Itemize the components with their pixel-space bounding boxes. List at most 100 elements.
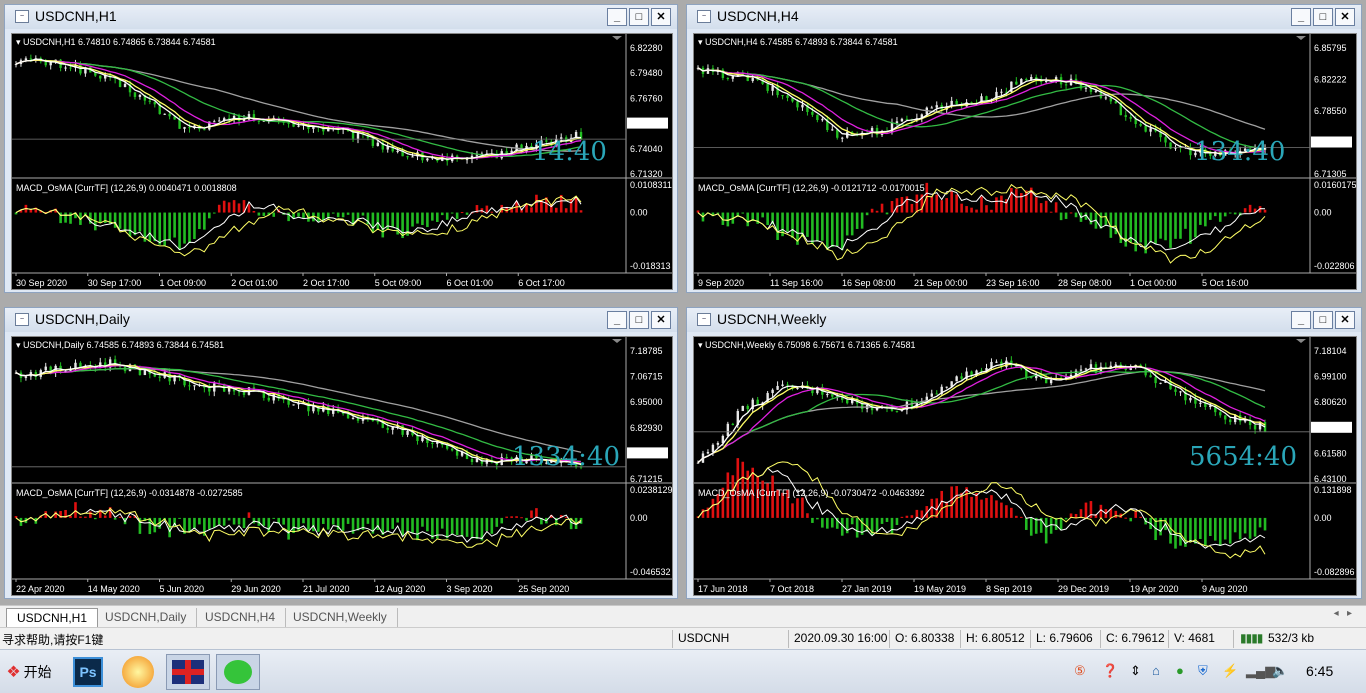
candle-body [64, 67, 67, 69]
price-chart[interactable]: 6.85795 6.82222 6.78550 6.74581 6.71305 ▾ USD… [693, 33, 1357, 290]
minimize-button[interactable]: _ [607, 311, 627, 329]
price-chart[interactable]: 7.18785 7.06715 6.95000 6.82930 6.74581 6.712… [11, 336, 673, 596]
window-titlebar[interactable]: ~ USDCNH,H1 _ □ ✕ [5, 5, 677, 29]
macd-histogram-bar [535, 194, 538, 213]
macd-histogram-bar [267, 517, 271, 533]
shield-icon[interactable]: ⛨ [1198, 663, 1208, 679]
tray-expand-icon[interactable]: ⇕ [1130, 663, 1141, 679]
window-titlebar[interactable]: ~ USDCNH,Weekly _ □ ✕ [687, 308, 1361, 332]
status-volume: V: 4681 [1174, 631, 1215, 645]
volume-icon[interactable]: 🔈 [1272, 663, 1288, 679]
macd-histogram-bar [840, 212, 844, 251]
power-icon[interactable]: ⚡ [1222, 663, 1238, 679]
macd-histogram-bar [118, 516, 122, 518]
chart-window-h4[interactable]: ~ USDCNH,H4 _ □ ✕ 6.85795 6.82222 6.78550 6.74… [686, 4, 1362, 293]
photoshop-taskbar-button[interactable]: Ps [70, 654, 106, 690]
macd-histogram-bar [1179, 212, 1182, 239]
candle-body [267, 397, 270, 401]
macd-histogram-bar [371, 212, 375, 233]
close-button[interactable]: ✕ [1335, 311, 1355, 329]
maximize-button[interactable]: □ [1313, 311, 1333, 329]
candle-body [24, 376, 28, 378]
macd-scale-label: 0.131898 [1314, 485, 1352, 495]
candle-body [696, 462, 700, 464]
tab-daily[interactable]: USDCNH,Daily [95, 608, 198, 627]
macd-histogram-bar [356, 212, 360, 220]
tab-scroll-arrows[interactable]: ◂ ▸ [1334, 608, 1352, 619]
macd-histogram-bar [885, 212, 889, 215]
maximize-button[interactable]: □ [1313, 8, 1333, 26]
macd-histogram-bar [74, 502, 77, 518]
candle-body [431, 443, 434, 445]
macd-histogram-bar [821, 517, 824, 528]
macd-histogram-bar [845, 212, 849, 236]
maximize-button[interactable]: □ [629, 8, 649, 26]
macd-histogram-bar [64, 212, 67, 223]
help-icon[interactable]: ❓ [1102, 663, 1118, 679]
candle-body [1079, 369, 1083, 371]
candle-body [1174, 389, 1177, 392]
window-titlebar[interactable]: ~ USDCNH,H4 _ □ ✕ [687, 5, 1361, 29]
close-button[interactable]: ✕ [1335, 8, 1355, 26]
input-method-icon[interactable]: ⑤ [1074, 663, 1086, 679]
macd-histogram-bar [391, 517, 394, 529]
tab-h4[interactable]: USDCNH,H4 [195, 608, 287, 627]
macd-histogram-bar [94, 517, 97, 520]
macd-histogram-bar [930, 196, 934, 213]
macd-histogram-bar [341, 212, 345, 218]
tab-weekly[interactable]: USDCNH,Weekly [283, 608, 398, 627]
macd-histogram-bar [148, 212, 152, 242]
close-button[interactable]: ✕ [651, 8, 671, 26]
candle-body [1149, 375, 1152, 378]
price-chart[interactable]: 7.18104 6.99100 6.80620 6.74581 6.61580 6.431… [693, 336, 1357, 596]
macd-histogram-bar [761, 480, 764, 518]
start-button[interactable]: ❖ 开始 [2, 654, 56, 690]
macd-histogram-bar [985, 205, 988, 213]
current-price-label: 6.74581 [629, 119, 662, 129]
browser-icon [122, 656, 154, 688]
browser-taskbar-button[interactable] [118, 654, 158, 690]
time-tick-label: 5 Oct 16:00 [1202, 278, 1249, 288]
maximize-button[interactable]: □ [629, 311, 649, 329]
ma-green-line [697, 67, 1266, 150]
signal-icon[interactable]: ▂▄▆ [1246, 663, 1275, 679]
network-icon[interactable]: ⌂ [1152, 663, 1160, 678]
wechat-taskbar-button[interactable] [216, 654, 260, 690]
macd-histogram-bar [776, 212, 779, 240]
macd-histogram-bar [307, 517, 310, 530]
tab-h1[interactable]: USDCNH,H1 [6, 608, 99, 627]
candle-body [242, 392, 246, 395]
minimize-button[interactable]: _ [1291, 8, 1311, 26]
macd-histogram-bar [850, 517, 854, 525]
security-icon[interactable]: ● [1176, 663, 1184, 678]
ma-green-line [15, 59, 582, 157]
window-titlebar[interactable]: ~ USDCNH,Daily _ □ ✕ [5, 308, 677, 332]
macd-scale-label: 0.0108311 [630, 180, 672, 190]
macd-histogram-bar [1248, 204, 1252, 213]
price-chart[interactable]: 6.82280 6.79480 6.76760 6.74581 6.74040 6.713… [11, 33, 673, 290]
macd-histogram-bar [1204, 517, 1207, 547]
macd-histogram-bar [336, 212, 340, 218]
macd-histogram-bar [711, 498, 715, 518]
price-tick-label: 6.74040 [630, 144, 663, 154]
candle-body [781, 95, 784, 97]
clock[interactable]: 6:45 [1306, 663, 1333, 679]
macd-histogram-bar [535, 508, 538, 518]
chart-window-weekly[interactable]: ~ USDCNH,Weekly _ □ ✕ 7.18104 6.99100 6.80620… [686, 307, 1362, 599]
close-button[interactable]: ✕ [651, 311, 671, 329]
macd-histogram-bar [855, 212, 859, 229]
window-title: USDCNH,Weekly [717, 311, 827, 327]
macd-histogram-bar [242, 517, 246, 529]
macd-histogram-bar [1114, 510, 1118, 518]
macd-histogram-bar [128, 515, 132, 518]
macd-histogram-bar [247, 204, 251, 213]
minimize-button[interactable]: _ [607, 8, 627, 26]
macd-histogram-bar [1228, 517, 1232, 544]
chart-window-h1[interactable]: ~ USDCNH,H1 _ □ ✕ 6.82280 6.79480 6.76760 6.74… [4, 4, 678, 293]
candle-body [935, 393, 938, 395]
macd-info-label: MACD_OsMA [CurrTF] (12,26,9) -0.0121712 … [698, 183, 925, 193]
minimize-button[interactable]: _ [1291, 311, 1311, 329]
candle-body [706, 451, 710, 454]
chart-window-daily[interactable]: ~ USDCNH,Daily _ □ ✕ 7.18785 7.06715 6.95000 6… [4, 307, 678, 599]
metatrader-taskbar-button[interactable] [166, 654, 210, 690]
